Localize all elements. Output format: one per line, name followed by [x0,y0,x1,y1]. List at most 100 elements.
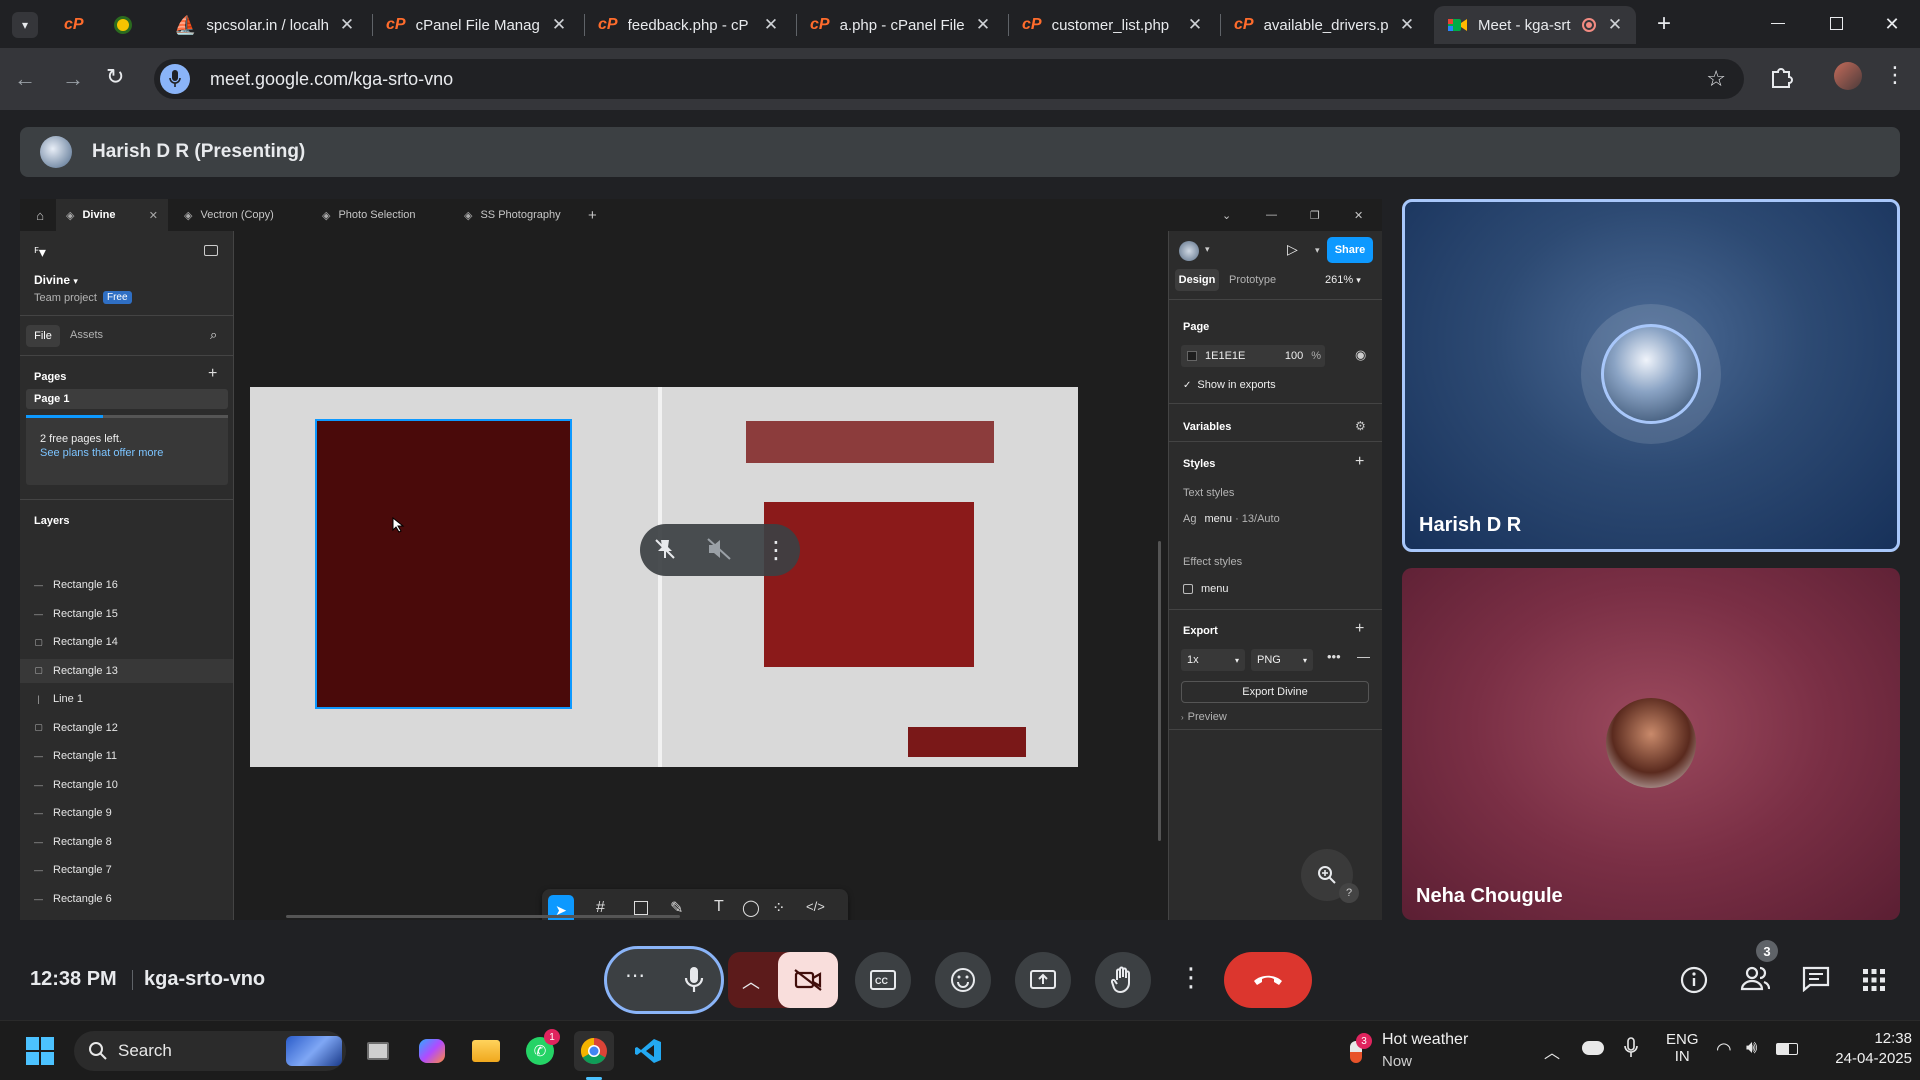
export-divine-button[interactable]: Export Divine [1181,681,1369,703]
volume-icon[interactable]: 🔊︎ [1746,1037,1757,1058]
show-in-exports-checkbox[interactable]: ✓ Show in exports [1183,379,1276,391]
rectangle-muted[interactable] [746,421,994,463]
remove-export-button[interactable]: — [1357,649,1370,664]
add-style-button[interactable]: + [1355,453,1364,471]
present-button[interactable]: ▷ [1287,241,1298,258]
text-tool[interactable]: T [714,898,724,916]
variables-settings-icon[interactable]: ⚙ [1355,419,1366,433]
vertical-scrollbar[interactable] [1158,541,1161,841]
layer-item[interactable]: — Rectangle 11 [20,744,233,768]
figma-tab-photo-selection[interactable]: ◈ Photo Selection [322,199,416,231]
close-icon[interactable]: ✕ [1186,15,1204,35]
page-fill-field[interactable]: 1E1E1E 100 % [1181,345,1325,367]
close-icon[interactable]: ✕ [149,209,158,222]
chrome-app[interactable] [574,1031,614,1071]
profile-avatar[interactable] [1834,62,1862,90]
text-style-menu[interactable]: Ag menu · 13/Auto [1183,513,1280,525]
close-icon[interactable]: ✕ [1398,15,1416,35]
whatsapp-app[interactable]: ✆ 1 [520,1029,560,1071]
window-close-button[interactable]: ✕ [1872,10,1912,38]
export-preview-toggle[interactable]: › Preview [1181,711,1227,723]
help-icon[interactable]: ? [1339,883,1359,903]
zoom-dropdown[interactable]: 261% ▾ [1325,274,1361,286]
leave-call-button[interactable] [1224,952,1312,1008]
actions-tool[interactable]: ⁘ [772,898,785,918]
chat-button[interactable] [1802,966,1830,992]
chevron-down-icon[interactable]: ▾ [1315,245,1320,256]
figma-close-button[interactable]: ✕ [1354,199,1363,231]
horizontal-scrollbar[interactable] [286,915,680,918]
tile-more-options[interactable]: ⋮ [764,536,788,565]
sidebar-toggle-icon[interactable] [204,245,218,256]
layer-item[interactable]: — Rectangle 16 [20,573,233,597]
layer-item[interactable]: ▢ Rectangle 13 [20,658,233,683]
layer-item[interactable]: ▢ Rectangle 12 [20,716,233,740]
input-language-indicator[interactable]: ENG IN [1666,1031,1699,1065]
extensions-button[interactable] [1768,64,1794,90]
figma-restore-button[interactable]: ❐ [1310,199,1320,231]
layer-item[interactable]: ▢ Rectangle 14 [20,630,233,654]
activities-button[interactable] [1862,968,1886,992]
see-plans-link[interactable]: See plans that offer more [40,447,163,459]
rectangle-13-selected[interactable] [315,419,572,709]
task-view-button[interactable] [358,1031,398,1071]
frame-divine[interactable] [250,387,1078,767]
browser-tab-8-active[interactable]: Meet - kga-srt ✕ [1434,6,1636,44]
rectangle-tool[interactable] [634,901,648,915]
close-icon[interactable]: ✕ [1606,15,1624,35]
figma-tabs-dropdown[interactable]: ⌄ [1222,199,1231,231]
layer-item[interactable]: ○Ellipse 1 [20,915,233,920]
file-explorer-app[interactable] [466,1031,506,1071]
captions-button[interactable]: CC [855,952,911,1008]
comment-tool[interactable]: ◯ [742,898,760,918]
layer-item[interactable]: — Rectangle 9 [20,801,233,825]
browser-tab-6[interactable]: cP customer_list.php ✕ [1008,6,1216,44]
layer-item[interactable]: — Rectangle 7 [20,858,233,882]
share-button[interactable]: Share [1327,237,1373,263]
close-icon[interactable]: ✕ [762,15,780,35]
figma-main-menu[interactable]: ꟳ▾ [34,243,46,262]
user-avatar[interactable] [1179,241,1199,261]
panel-tab-file[interactable]: File [26,325,60,347]
page-item-page-1[interactable]: Page 1 [26,389,228,409]
restore-button[interactable] [1816,12,1856,36]
unpin-button[interactable] [652,536,678,562]
figma-file-name[interactable]: Divine ▾ [34,273,78,287]
raise-hand-button[interactable] [1095,952,1151,1008]
browser-tab-7[interactable]: cP available_drivers.p ✕ [1220,6,1428,44]
figma-canvas[interactable]: ⋮ ➤ # ✎ T ◯ ⁘ </> [234,231,1168,920]
effect-style-menu[interactable]: menu [1183,583,1229,595]
browser-tab-5[interactable]: cP a.php - cPanel File ✕ [796,6,1004,44]
browser-tab-0[interactable]: cP [50,6,98,44]
more-options-button[interactable]: ⋮ [1178,962,1204,993]
export-scale-select[interactable]: 1x ▾ [1181,649,1245,671]
dev-mode-toggle[interactable]: </> [806,899,825,914]
browser-tab-2[interactable]: ⛵ spcsolar.in / localh ✕ [160,6,368,44]
layer-item[interactable]: — Rectangle 10 [20,773,233,797]
close-icon[interactable]: ✕ [550,15,568,35]
layer-item[interactable]: — Rectangle 6 [20,887,233,911]
browser-menu-button[interactable]: ⋮ [1884,62,1906,88]
panel-tab-assets[interactable]: Assets [70,329,103,341]
bookmark-star-icon[interactable]: ☆ [1706,66,1726,92]
visibility-eye-icon[interactable]: ◉ [1355,347,1366,363]
forward-button[interactable]: → [62,66,84,92]
audio-settings-button[interactable]: ⋯ [625,963,645,988]
layer-item[interactable]: — Rectangle 8 [20,830,233,854]
microphone-button[interactable] [667,953,721,1007]
rectangle-red[interactable] [764,502,974,667]
people-button[interactable] [1740,964,1770,992]
line-1[interactable] [658,387,662,767]
start-button[interactable] [20,1031,60,1071]
new-tab-button[interactable]: + [1650,10,1678,38]
participant-tile-neha[interactable]: Neha Chougule [1402,568,1900,920]
design-tab[interactable]: Design [1175,269,1219,291]
camera-button[interactable] [778,952,838,1008]
participant-tile-harish[interactable]: Harish D R [1402,199,1900,552]
reactions-button[interactable] [935,952,991,1008]
figma-tab-ss-photography[interactable]: ◈ SS Photography [464,199,561,231]
copilot-app[interactable] [412,1031,452,1071]
tab-search-button[interactable]: ▾ [12,12,38,38]
taskbar-search-box[interactable]: Search [74,1031,346,1071]
close-icon[interactable]: ✕ [338,15,356,35]
